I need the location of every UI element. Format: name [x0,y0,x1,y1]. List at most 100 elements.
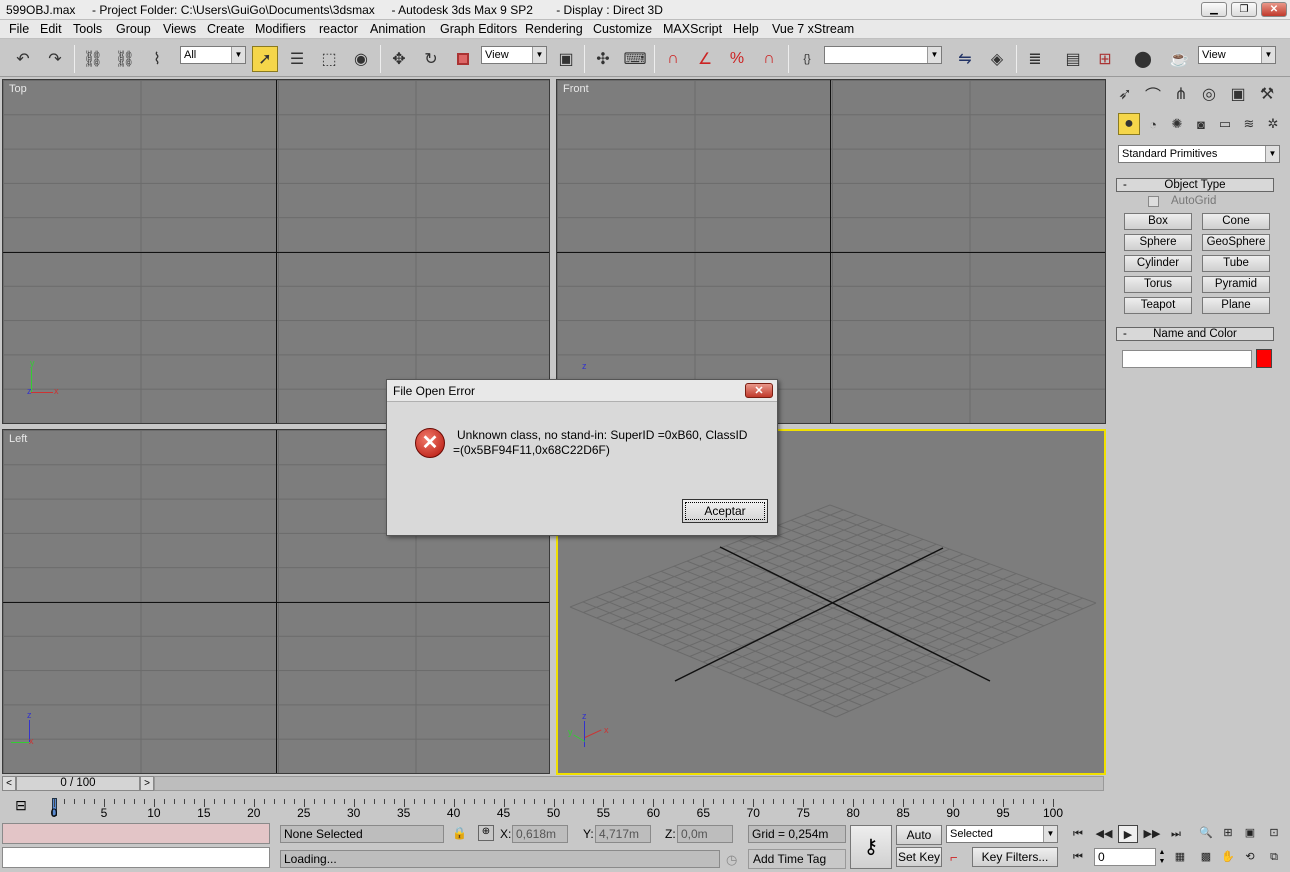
minimize-button[interactable]: ▁ [1201,2,1227,17]
material-editor-icon[interactable]: ⬤ [1130,46,1156,72]
mirror-icon[interactable]: ⇋ [952,46,978,72]
time-slider-prev-icon[interactable]: < [2,776,16,791]
cone-button[interactable]: Cone [1202,213,1270,230]
shapes-icon[interactable]: ◔ [1142,113,1164,135]
next-frame-icon[interactable]: ▶▶ [1142,825,1162,843]
menu-modifiers[interactable]: Modifiers [255,22,306,36]
autogrid-checkbox[interactable] [1148,196,1159,207]
systems-icon[interactable]: ✲ [1262,113,1284,135]
time-slider-track[interactable] [154,776,1104,791]
torus-button[interactable]: Torus [1124,276,1192,293]
menu-group[interactable]: Group [116,22,151,36]
teapot-button[interactable]: Teapot [1124,297,1192,314]
plane-button[interactable]: Plane [1202,297,1270,314]
maximize-viewport-icon[interactable]: ⧉ [1264,848,1284,866]
maximize-button[interactable]: ❐ [1231,2,1257,17]
menu-customize[interactable]: Customize [593,22,652,36]
menu-animation[interactable]: Animation [370,22,426,36]
align-icon[interactable]: ◈ [984,46,1010,72]
set-key-icon[interactable]: ⚷ [850,825,892,869]
x-coordinate-field[interactable]: 0,618m [512,825,568,843]
key-mode-dropdown[interactable]: Selected ▼ [946,825,1058,843]
pyramid-button[interactable]: Pyramid [1202,276,1270,293]
select-and-move-icon[interactable]: ✥ [386,46,412,72]
sphere-button[interactable]: Sphere [1124,234,1192,251]
helpers-icon[interactable]: ▭ [1214,113,1236,135]
current-frame-field[interactable]: 0 [1094,848,1156,866]
object-color-swatch[interactable] [1256,349,1272,368]
cameras-icon[interactable]: ◙ [1190,113,1212,135]
maxscript-listener-white[interactable] [2,847,270,868]
box-button[interactable]: Box [1124,213,1192,230]
keyboard-shortcut-override-icon[interactable]: ⌨ [622,46,648,72]
hierarchy-tab-icon[interactable]: ⋔ [1168,81,1194,107]
frame-spinner[interactable]: ▲ ▼ [1157,848,1167,866]
viewport-front-label[interactable]: Front [563,83,589,95]
primitive-category-dropdown[interactable]: Standard Primitives ▼ [1118,145,1280,163]
menu-reactor[interactable]: reactor [319,22,358,36]
zoom-all-icon[interactable]: ⊞ [1218,824,1238,842]
utilities-tab-icon[interactable]: ⚒ [1254,81,1280,107]
name-color-rollout-header[interactable]: - Name and Color [1116,327,1274,341]
time-slider-next-icon[interactable]: > [140,776,154,791]
undo-icon[interactable]: ↶ [10,46,36,72]
z-coordinate-field[interactable]: 0,0m [677,825,733,843]
add-time-tag-button[interactable]: Add Time Tag [748,849,846,869]
layer-manager-icon[interactable]: ≣ [1022,46,1048,72]
menu-vue-xstream[interactable]: Vue 7 xStream [772,22,854,36]
bind-space-warp-icon[interactable]: ⌇ [144,46,170,72]
key-tangent-icon[interactable]: ⌐ [950,850,958,865]
cylinder-button[interactable]: Cylinder [1124,255,1192,272]
angle-snap-icon[interactable]: ∠ [692,46,718,72]
redo-icon[interactable]: ↷ [42,46,68,72]
menu-graph-editors[interactable]: Graph Editors [440,22,517,36]
geometry-icon[interactable]: ● [1118,113,1140,135]
previous-frame-icon[interactable]: ◀◀ [1094,825,1114,843]
key-filters-button[interactable]: Key Filters... [972,847,1058,867]
menu-file[interactable]: File [9,22,29,36]
viewport-top[interactable]: Top y x z [2,79,550,424]
zoom-extents-all-icon[interactable]: ⊡ [1264,824,1284,842]
pivot-center-icon[interactable]: ▣ [553,46,579,72]
modify-tab-icon[interactable]: ⌒ [1140,81,1166,107]
lock-selection-icon[interactable]: 🔒 [452,826,467,840]
go-to-end-icon[interactable]: ⏭ [1166,825,1186,843]
menu-help[interactable]: Help [733,22,759,36]
tube-button[interactable]: Tube [1202,255,1270,272]
menu-rendering[interactable]: Rendering [525,22,583,36]
curve-editor-icon[interactable]: ▤ [1060,46,1086,72]
window-crossing-icon[interactable]: ◉ [348,46,374,72]
motion-tab-icon[interactable]: ◎ [1196,81,1222,107]
render-scene-icon[interactable]: ☕ [1166,46,1192,72]
edit-named-selection-icon[interactable]: {} [794,46,820,72]
select-and-link-icon[interactable]: ⛓ [80,46,106,72]
menu-tools[interactable]: Tools [73,22,102,36]
select-and-rotate-icon[interactable]: ↻ [418,46,444,72]
viewport-front[interactable]: Front z [556,79,1106,424]
percent-snap-icon[interactable]: % [724,46,750,72]
curve-editor-mini-icon[interactable]: ⊟ [10,797,32,815]
absolute-mode-icon[interactable]: ⊕ [478,825,494,841]
viewport-left-label[interactable]: Left [9,433,27,445]
menu-create[interactable]: Create [207,22,245,36]
snaps-toggle-icon[interactable]: ∩ [660,46,686,72]
zoom-icon[interactable]: 🔍 [1196,824,1216,842]
close-window-button[interactable]: ✕ [1261,2,1287,17]
select-and-scale-icon[interactable] [450,46,476,72]
menu-views[interactable]: Views [163,22,196,36]
menu-edit[interactable]: Edit [40,22,62,36]
select-and-manipulate-icon[interactable]: ✣ [590,46,616,72]
object-type-rollout-header[interactable]: - Object Type [1116,178,1274,192]
field-of-view-icon[interactable]: ▩ [1196,848,1216,866]
space-warps-icon[interactable]: ≋ [1238,113,1260,135]
maxscript-listener-pink[interactable] [2,823,270,844]
menu-maxscript[interactable]: MAXScript [663,22,722,36]
pan-view-icon[interactable]: ✋ [1218,848,1238,866]
select-object-icon[interactable]: ➚ [252,46,278,72]
reference-coordinate-dropdown[interactable]: View ▼ [481,46,547,64]
display-tab-icon[interactable]: ▣ [1225,81,1251,107]
arc-rotate-icon[interactable]: ⟲ [1240,848,1260,866]
unlink-selection-icon[interactable]: ⛓ [112,46,138,72]
geosphere-button[interactable]: GeoSphere [1202,234,1270,251]
set-key-button[interactable]: Set Key [896,847,942,867]
